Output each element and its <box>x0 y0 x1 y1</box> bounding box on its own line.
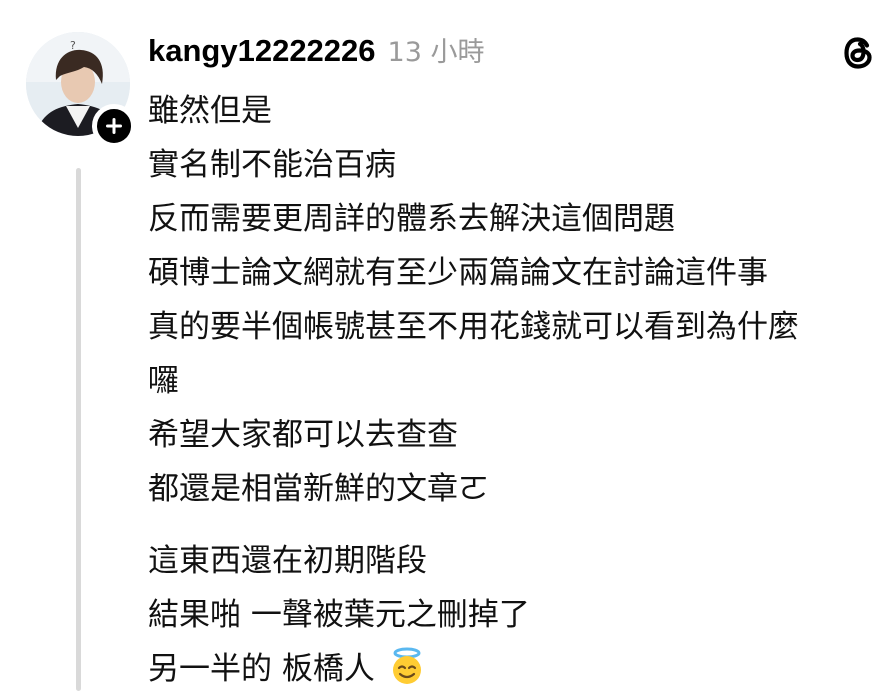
plus-icon <box>106 118 122 134</box>
post-line: 都還是相當新鮮的文章ㄛ <box>148 471 489 507</box>
post-line: 結果啪 一聲被葉元之刪掉了 <box>148 597 530 633</box>
smiling-face-with-halo-emoji <box>392 647 421 684</box>
post-line: 反而需要更周詳的體系去解決這個問題 <box>148 201 675 237</box>
follow-button[interactable] <box>92 104 136 148</box>
post-line: 希望大家都可以去查查 <box>148 417 458 453</box>
svg-text:?: ? <box>70 39 76 52</box>
post-line: 實名制不能治百病 <box>148 147 396 183</box>
post-line-text: 另一半的 板橋人 <box>148 651 375 687</box>
post-line: 雖然但是 <box>148 93 272 129</box>
post-body: 雖然但是 實名制不能治百病 反而需要更周詳的體系去解決這個問題 碩博士論文網就有… <box>148 84 883 696</box>
post-line: 囉 <box>148 363 179 399</box>
post-line: 碩博士論文網就有至少兩篇論文在討論這件事 <box>148 255 768 291</box>
post-line: 這東西還在初期階段 <box>148 543 427 579</box>
post-timestamp: 13 小時 <box>387 37 485 68</box>
post-header: kangy12222226 13 小時 <box>148 30 484 74</box>
threads-logo-icon[interactable] <box>838 32 880 74</box>
post-line: 真的要半個帳號甚至不用花錢就可以看到為什麼 <box>148 309 799 345</box>
avatar-container[interactable]: ? <box>26 32 136 148</box>
post-last-line: 另一半的 板橋人 <box>148 642 883 696</box>
thread-line <box>76 168 81 691</box>
username-link[interactable]: kangy12222226 <box>148 33 376 69</box>
